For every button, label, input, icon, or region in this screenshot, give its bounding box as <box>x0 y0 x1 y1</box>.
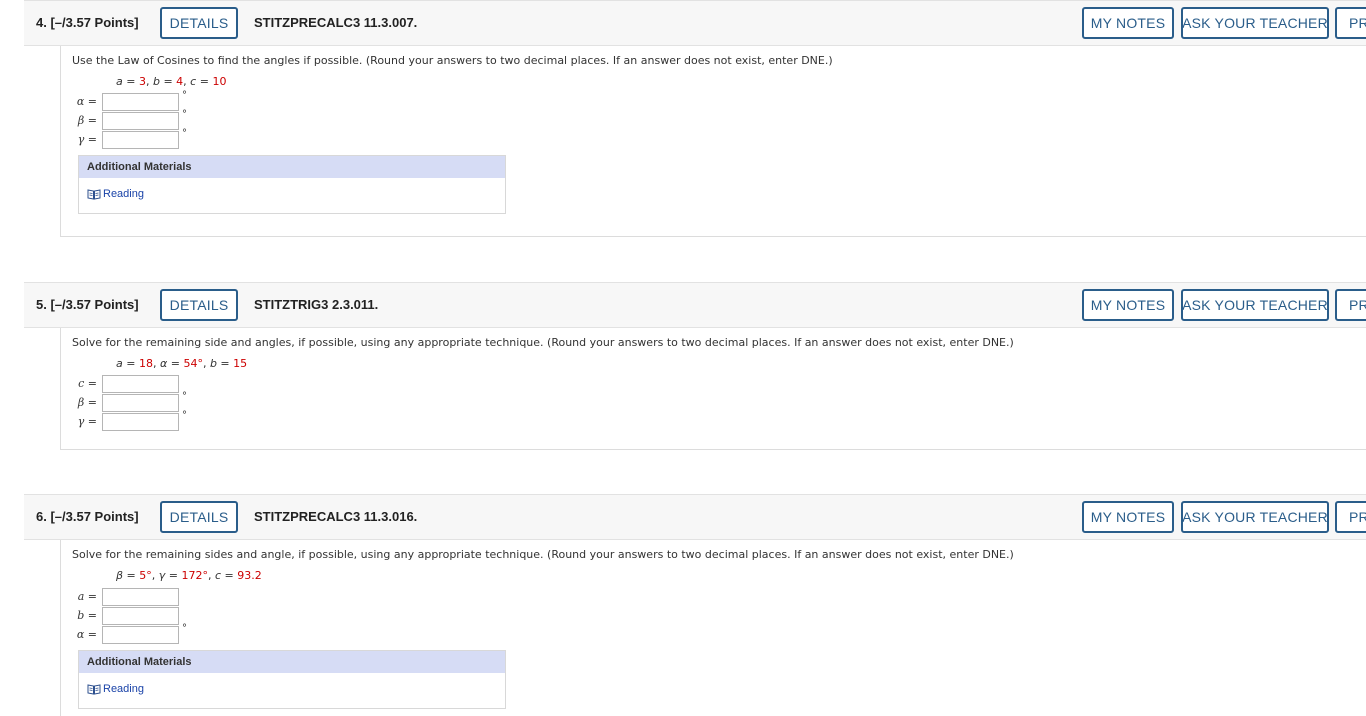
answer-label: b = <box>77 609 97 622</box>
degree-symbol: ° <box>182 128 187 139</box>
reading-link-label: Reading <box>103 188 144 200</box>
additional-materials-heading: Additional Materials <box>79 156 505 178</box>
question-body: Use the Law of Cosines to find the angle… <box>60 46 1366 237</box>
given-values: a = 3, b = 4, c = 10 <box>116 75 227 88</box>
my-notes-button[interactable]: MY NOTES <box>1082 501 1174 533</box>
question-code: STITZPRECALC3 11.3.007. <box>254 15 418 30</box>
degree-symbol: ° <box>182 90 187 101</box>
question-header: 4. [–/3.57 Points] DETAILS STITZPRECALC3… <box>24 0 1366 46</box>
details-button[interactable]: DETAILS <box>160 7 238 39</box>
given-var: c <box>214 569 222 582</box>
given-value: 54° <box>183 357 203 370</box>
ask-teacher-button[interactable]: ASK YOUR TEACHER <box>1181 501 1329 533</box>
question-code: STITZPRECALC3 11.3.016. <box>254 509 418 524</box>
reading-link-label: Reading <box>103 683 144 695</box>
degree-symbol: ° <box>182 391 187 402</box>
given-value: 172° <box>181 569 208 582</box>
given-value: 18 <box>138 357 153 370</box>
given-value: 3 <box>138 75 146 88</box>
book-icon <box>87 683 101 695</box>
additional-materials: Additional Materials Reading <box>78 155 506 214</box>
answer-label: γ = <box>77 133 97 146</box>
details-button[interactable]: DETAILS <box>160 501 238 533</box>
given-var: α <box>159 357 168 370</box>
answer-label: α = <box>76 95 97 108</box>
answer-input-b[interactable] <box>102 607 179 625</box>
given-var: b <box>209 357 217 370</box>
answer-input-alpha[interactable] <box>102 93 179 111</box>
answer-input-alpha[interactable] <box>102 626 179 644</box>
answer-input-beta[interactable] <box>102 112 179 130</box>
given-values: β = 5°, γ = 172°, c = 93.2 <box>116 569 262 582</box>
question-number-points: 5. [–/3.57 Points] <box>36 297 139 312</box>
degree-symbol: ° <box>182 410 187 421</box>
answer-input-gamma[interactable] <box>102 413 179 431</box>
additional-materials-heading: Additional Materials <box>79 651 505 673</box>
question-prompt: Use the Law of Cosines to find the angle… <box>72 54 833 67</box>
given-value: 4 <box>176 75 184 88</box>
answer-input-c[interactable] <box>102 375 179 393</box>
given-value: 15 <box>233 357 248 370</box>
additional-materials: Additional Materials Reading <box>78 650 506 709</box>
question-body: Solve for the remaining side and angles,… <box>60 328 1366 450</box>
ask-teacher-button[interactable]: ASK YOUR TEACHER <box>1181 289 1329 321</box>
my-notes-button[interactable]: MY NOTES <box>1082 289 1174 321</box>
given-var: a <box>116 357 123 370</box>
given-value: 10 <box>212 75 227 88</box>
answer-label: c = <box>78 377 97 390</box>
question-body: Solve for the remaining sides and angle,… <box>60 540 1366 716</box>
practice-button[interactable]: PR <box>1335 289 1366 321</box>
reading-link[interactable]: Reading <box>87 683 144 695</box>
question-number-points: 6. [–/3.57 Points] <box>36 509 139 524</box>
given-value: 93.2 <box>237 569 262 582</box>
degree-symbol: ° <box>182 623 187 634</box>
degree-symbol: ° <box>182 109 187 120</box>
question-number-points: 4. [–/3.57 Points] <box>36 15 139 30</box>
question-header: 6. [–/3.57 Points] DETAILS STITZPRECALC3… <box>24 494 1366 540</box>
answer-input-beta[interactable] <box>102 394 179 412</box>
given-var: γ <box>158 569 166 582</box>
given-var: b <box>152 75 160 88</box>
given-var: c <box>190 75 197 88</box>
given-var: a <box>116 75 123 88</box>
question-code: STITZTRIG3 2.3.011. <box>254 297 379 312</box>
answer-label: γ = <box>77 415 97 428</box>
answer-label: a = <box>77 590 97 603</box>
answer-input-a[interactable] <box>102 588 179 606</box>
given-value: 5° <box>139 569 152 582</box>
answer-label: α = <box>76 628 97 641</box>
details-button[interactable]: DETAILS <box>160 289 238 321</box>
question-header: 5. [–/3.57 Points] DETAILS STITZTRIG3 2.… <box>24 282 1366 328</box>
question-prompt: Solve for the remaining sides and angle,… <box>72 548 1014 561</box>
book-icon <box>87 188 101 200</box>
practice-button[interactable]: PR <box>1335 501 1366 533</box>
reading-link[interactable]: Reading <box>87 188 144 200</box>
ask-teacher-button[interactable]: ASK YOUR TEACHER <box>1181 7 1329 39</box>
practice-button[interactable]: PR <box>1335 7 1366 39</box>
answer-label: β = <box>77 114 97 127</box>
given-values: a = 18, α = 54°, b = 15 <box>116 357 248 370</box>
answer-input-gamma[interactable] <box>102 131 179 149</box>
my-notes-button[interactable]: MY NOTES <box>1082 7 1174 39</box>
question-prompt: Solve for the remaining side and angles,… <box>72 336 1014 349</box>
answer-label: β = <box>77 396 97 409</box>
given-var: β <box>116 569 124 582</box>
